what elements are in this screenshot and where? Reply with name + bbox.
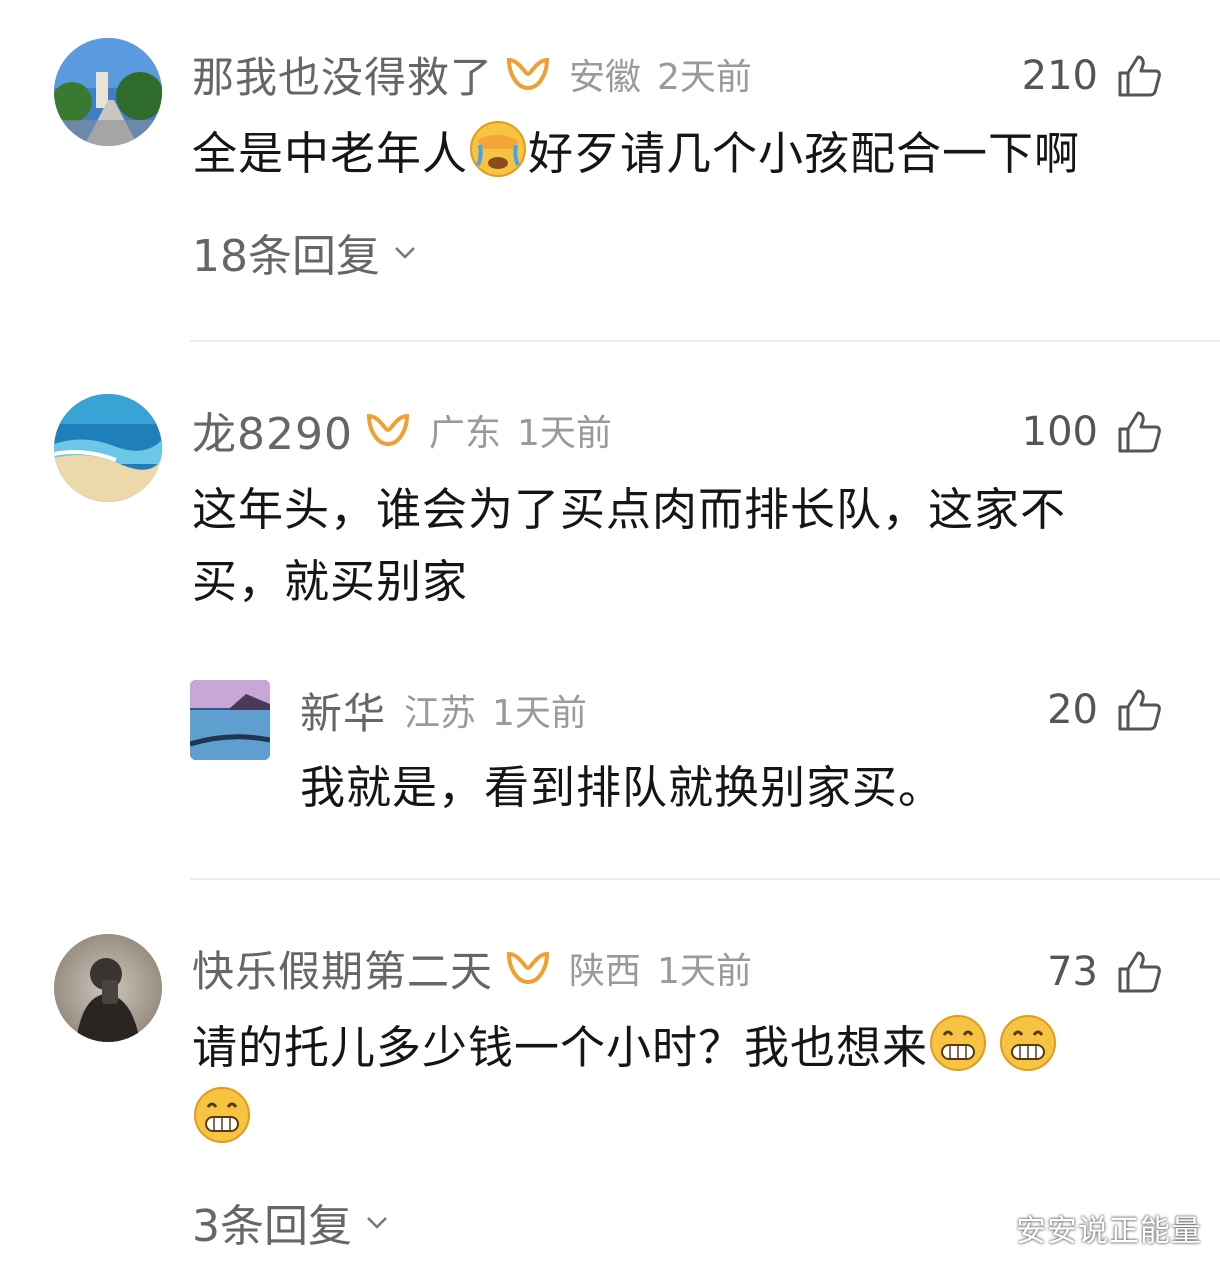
divider: [190, 878, 1220, 880]
reply-timestamp: 1天前: [492, 693, 587, 734]
reply-text: 我就是，看到排队就换别家买。: [300, 761, 945, 814]
vip-badge-icon: [507, 951, 550, 985]
reply-avatar[interactable]: [190, 680, 270, 760]
vip-badge-icon: [366, 413, 409, 447]
face-palm-crying-emoji-icon: [470, 121, 527, 177]
like-button[interactable]: 73: [1047, 942, 1162, 1002]
thumbs-up-icon: [1118, 411, 1161, 453]
divider: [190, 340, 1220, 342]
username[interactable]: 那我也没得救了: [192, 44, 493, 105]
region: 安徽: [569, 57, 642, 98]
like-button[interactable]: 100: [1022, 402, 1162, 462]
like-count: 210: [1021, 53, 1098, 99]
beach-waves-avatar-icon: [54, 394, 162, 502]
thumbs-up-icon: [1118, 55, 1161, 97]
comment-text-line: 这年头，谁会为了买点肉而排长队，这家不: [192, 483, 1067, 536]
timestamp: 1天前: [657, 951, 752, 992]
like-count: 100: [1021, 409, 1098, 455]
comment-text-line: 买，就买别家: [192, 555, 469, 608]
watermark: 安安说正能量: [1016, 1214, 1202, 1249]
avatar[interactable]: [54, 934, 162, 1042]
reply-like-button[interactable]: 20: [1047, 680, 1162, 740]
grinning-face-emoji-icon: [194, 1087, 250, 1143]
reply-like-count: 20: [1047, 687, 1098, 733]
region: 广东: [428, 413, 501, 454]
username[interactable]: 龙8290: [192, 398, 353, 462]
replies-count: 3条回复: [192, 1201, 352, 1252]
username[interactable]: 快乐假期第二天: [192, 938, 493, 999]
replies-count: 18条回复: [192, 231, 380, 282]
reply-region: 江苏: [404, 693, 477, 734]
thumbs-up-icon: [1118, 689, 1161, 731]
comment-text-part: 好歹请几个小孩配合一下啊: [528, 127, 1081, 180]
comment-text-part: 全是中老年人: [192, 127, 469, 180]
chevron-down-icon: [395, 247, 415, 259]
like-count: 73: [1047, 949, 1098, 995]
avatar[interactable]: [54, 394, 162, 502]
like-button[interactable]: 210: [1022, 46, 1162, 106]
comment-text: 请的托儿多少钱一个小时？我也想来: [192, 1012, 1182, 1156]
grinning-face-emoji-icon: [1000, 1015, 1057, 1071]
thumbs-up-icon: [1118, 951, 1161, 993]
timestamp: 1天前: [517, 413, 612, 454]
timestamp: 2天前: [657, 57, 752, 98]
seaside-walkway-avatar-icon: [54, 38, 162, 146]
view-replies-button[interactable]: 18条回复: [192, 220, 418, 284]
comment-text-part: 请的托儿多少钱一个小时？我也想来: [192, 1021, 929, 1074]
region: 陕西: [569, 951, 642, 992]
grinning-face-emoji-icon: [930, 1015, 987, 1071]
comment-text: 这年头，谁会为了买点肉而排长队，这家不 买，就买别家: [192, 474, 1172, 618]
chevron-down-icon: [367, 1217, 387, 1229]
vip-badge-icon: [507, 57, 550, 91]
view-replies-button[interactable]: 3条回复: [192, 1190, 390, 1254]
comment-text: 全是中老年人 好歹请几个小孩配合一下啊: [192, 118, 1080, 190]
reply-username[interactable]: 新华: [300, 680, 386, 741]
avatar[interactable]: [54, 38, 162, 146]
lake-sunset-avatar-icon: [190, 680, 270, 760]
mirror-selfie-avatar-icon: [54, 934, 162, 1042]
